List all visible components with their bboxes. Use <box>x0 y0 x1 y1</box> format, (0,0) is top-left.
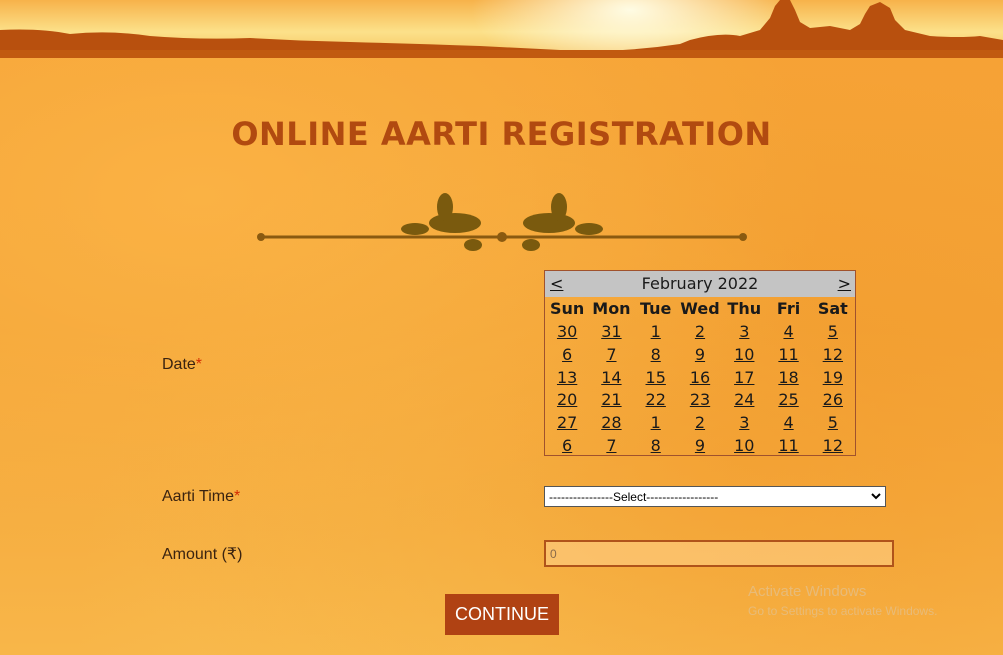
calendar-day[interactable]: 8 <box>634 344 678 367</box>
calendar-header: < February 2022 > <box>545 271 855 297</box>
calendar-day[interactable]: 10 <box>722 435 766 458</box>
required-mark: * <box>195 356 203 373</box>
calendar-day[interactable]: 28 <box>589 412 633 435</box>
calendar-day[interactable]: 6 <box>545 435 589 458</box>
calendar-prev-month-link[interactable]: < <box>550 271 563 297</box>
calendar-day[interactable]: 12 <box>811 344 855 367</box>
watermark-line1: Activate Windows <box>748 583 867 600</box>
watermark-line2: Go to Settings to activate Windows. <box>748 604 938 618</box>
calendar-day[interactable]: 3 <box>722 321 766 344</box>
calendar-day[interactable]: 2 <box>678 321 722 344</box>
calendar-day[interactable]: 16 <box>678 367 722 390</box>
calendar-day[interactable]: 19 <box>811 367 855 390</box>
aarti-time-selected-value: ----------------Select------------------ <box>549 490 719 504</box>
calendar-day[interactable]: 23 <box>678 389 722 412</box>
calendar-day[interactable]: 25 <box>766 389 810 412</box>
calendar-day[interactable]: 3 <box>722 412 766 435</box>
calendar-day[interactable]: 6 <box>545 344 589 367</box>
weekday-header: Thu <box>727 299 762 318</box>
calendar-day[interactable]: 11 <box>766 435 810 458</box>
floral-divider-ornament <box>257 193 747 251</box>
calendar-next-month-link[interactable]: > <box>838 271 851 297</box>
calendar-day[interactable]: 9 <box>678 435 722 458</box>
calendar-day[interactable]: 24 <box>722 389 766 412</box>
calendar-day[interactable]: 4 <box>766 321 810 344</box>
calendar-day[interactable]: 30 <box>545 321 589 344</box>
continue-button[interactable]: CONTINUE <box>445 594 559 635</box>
calendar-day[interactable]: 4 <box>766 412 810 435</box>
page-title: ONLINE AARTI REGISTRATION <box>231 115 772 153</box>
aarti-time-label: Aarti Time* <box>162 488 240 506</box>
temple-silhouette-banner <box>0 0 1003 58</box>
header-banner <box>0 0 1003 58</box>
calendar-day[interactable]: 11 <box>766 344 810 367</box>
calendar-day[interactable]: 26 <box>811 389 855 412</box>
calendar-day[interactable]: 1 <box>634 321 678 344</box>
calendar-day[interactable]: 10 <box>722 344 766 367</box>
calendar-day[interactable]: 7 <box>589 344 633 367</box>
date-label-text: Date <box>162 356 196 373</box>
weekday-header: Fri <box>776 299 801 318</box>
calendar-month-year: February 2022 <box>641 274 759 293</box>
calendar-day[interactable]: 18 <box>766 367 810 390</box>
activate-windows-watermark: Activate Windows Go to Settings to activ… <box>748 583 937 618</box>
calendar-day[interactable]: 22 <box>634 389 678 412</box>
weekday-header: Mon <box>592 299 631 318</box>
required-mark: * <box>234 488 241 505</box>
calendar-day[interactable]: 17 <box>722 367 766 390</box>
aarti-time-select[interactable]: ----------------Select------------------ <box>544 486 886 507</box>
amount-value: 0 <box>550 547 557 561</box>
date-label: Date* <box>162 356 202 374</box>
weekday-header: Wed <box>680 299 720 318</box>
calendar-day[interactable]: 21 <box>589 389 633 412</box>
calendar-day[interactable]: 31 <box>589 321 633 344</box>
calendar-day[interactable]: 14 <box>589 367 633 390</box>
weekday-header: Tue <box>640 299 672 318</box>
calendar-grid: Sun Mon Tue Wed Thu Fri Sat 30 31 1 2 3 … <box>545 297 855 458</box>
aarti-time-label-text: Aarti Time <box>162 488 235 505</box>
calendar-day[interactable]: 1 <box>634 412 678 435</box>
amount-label: Amount (₹) <box>162 546 243 563</box>
calendar-day[interactable]: 13 <box>545 367 589 390</box>
weekday-header: Sat <box>817 299 848 318</box>
calendar-day[interactable]: 7 <box>589 435 633 458</box>
calendar-day[interactable]: 9 <box>678 344 722 367</box>
calendar-day[interactable]: 27 <box>545 412 589 435</box>
calendar-day[interactable]: 2 <box>678 412 722 435</box>
weekday-header: Sun <box>549 299 585 318</box>
calendar-day[interactable]: 5 <box>811 412 855 435</box>
chevron-down-icon <box>871 489 881 506</box>
calendar-day[interactable]: 15 <box>634 367 678 390</box>
calendar-day[interactable]: 8 <box>634 435 678 458</box>
calendar-day[interactable]: 5 <box>811 321 855 344</box>
calendar-day[interactable]: 20 <box>545 389 589 412</box>
calendar-day[interactable]: 12 <box>811 435 855 458</box>
amount-input[interactable]: 0 <box>544 540 894 567</box>
date-calendar: < February 2022 > Sun Mon Tue Wed Thu Fr… <box>544 270 856 456</box>
